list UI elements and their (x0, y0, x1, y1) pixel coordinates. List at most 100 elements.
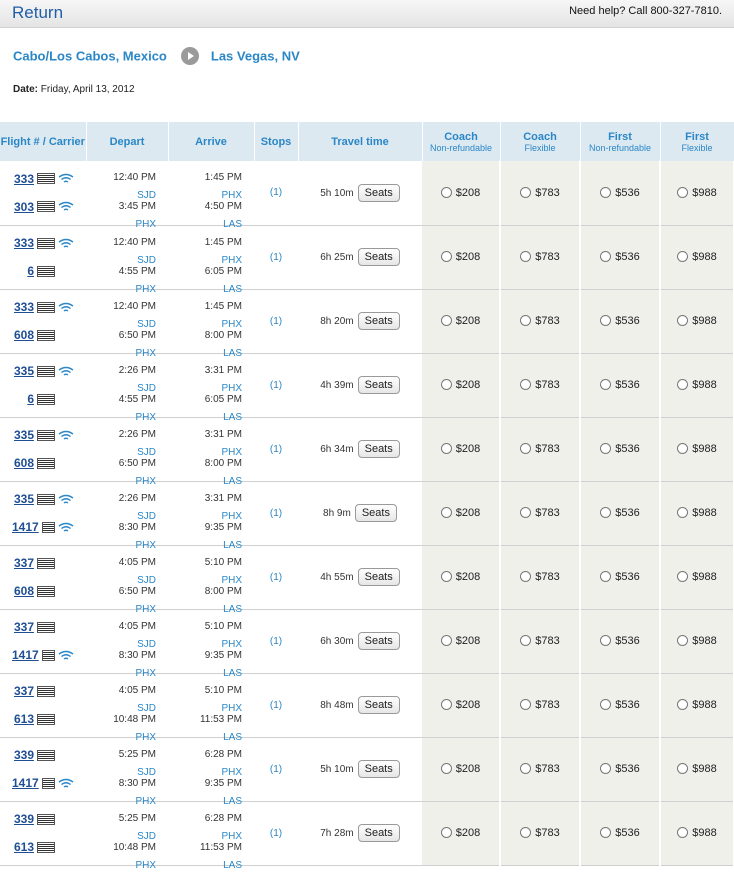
fare-radio[interactable] (520, 762, 532, 774)
fare-radio[interactable] (677, 634, 689, 646)
fare-cell[interactable]: $208 (422, 481, 501, 546)
flight-number-link[interactable]: 333 (14, 236, 34, 250)
fare-radio[interactable] (520, 506, 532, 518)
seats-button[interactable]: Seats (357, 248, 400, 266)
fare-cell[interactable]: $783 (500, 737, 581, 802)
fare-cell[interactable]: $536 (580, 481, 661, 546)
fare-radio[interactable] (600, 250, 612, 262)
fare-radio[interactable] (520, 186, 532, 198)
fare-radio[interactable] (520, 378, 532, 390)
flight-number-link[interactable]: 339 (14, 748, 34, 762)
fare-cell[interactable]: $536 (580, 353, 661, 418)
fare-cell[interactable]: $208 (422, 673, 501, 738)
fare-radio[interactable] (440, 698, 452, 710)
fare-cell[interactable]: $783 (500, 481, 581, 546)
fare-cell[interactable]: $783 (500, 609, 581, 674)
fare-cell[interactable]: $783 (500, 289, 581, 354)
flight-number-link[interactable]: 335 (14, 364, 34, 378)
seats-button[interactable]: Seats (357, 312, 400, 330)
fare-radio[interactable] (600, 826, 612, 838)
fare-radio[interactable] (600, 186, 612, 198)
fare-radio[interactable] (520, 698, 532, 710)
seats-button[interactable]: Seats (357, 760, 400, 778)
fare-cell[interactable]: $536 (580, 289, 661, 354)
fare-cell[interactable]: $536 (580, 801, 661, 866)
fare-cell[interactable]: $536 (580, 737, 661, 802)
flight-number-link[interactable]: 613 (14, 712, 34, 726)
fare-radio[interactable] (520, 826, 532, 838)
fare-radio[interactable] (440, 826, 452, 838)
fare-radio[interactable] (520, 442, 532, 454)
seats-button[interactable]: Seats (357, 696, 400, 714)
fare-cell[interactable]: $988 (660, 609, 734, 674)
fare-radio[interactable] (677, 442, 689, 454)
fare-radio[interactable] (440, 762, 452, 774)
fare-radio[interactable] (600, 314, 612, 326)
fare-cell[interactable]: $783 (500, 161, 581, 226)
fare-radio[interactable] (440, 634, 452, 646)
fare-cell[interactable]: $988 (660, 545, 734, 610)
fare-cell[interactable]: $988 (660, 481, 734, 546)
fare-cell[interactable]: $783 (500, 417, 581, 482)
flight-number-link[interactable]: 335 (14, 428, 34, 442)
fare-radio[interactable] (677, 250, 689, 262)
seats-button[interactable]: Seats (357, 376, 400, 394)
fare-radio[interactable] (520, 314, 532, 326)
fare-radio[interactable] (600, 506, 612, 518)
fare-cell[interactable]: $783 (500, 801, 581, 866)
flight-number-link[interactable]: 1417 (12, 648, 39, 662)
fare-cell[interactable]: $988 (660, 673, 734, 738)
fare-radio[interactable] (600, 570, 612, 582)
fare-radio[interactable] (677, 186, 689, 198)
seats-button[interactable]: Seats (357, 440, 400, 458)
fare-cell[interactable]: $783 (500, 545, 581, 610)
fare-radio[interactable] (520, 250, 532, 262)
fare-cell[interactable]: $536 (580, 545, 661, 610)
flight-number-link[interactable]: 6 (27, 264, 34, 278)
fare-cell[interactable]: $988 (660, 353, 734, 418)
fare-cell[interactable]: $208 (422, 353, 501, 418)
fare-cell[interactable]: $208 (422, 801, 501, 866)
fare-radio[interactable] (677, 698, 689, 710)
flight-number-link[interactable]: 303 (14, 200, 34, 214)
fare-cell[interactable]: $988 (660, 289, 734, 354)
flight-number-link[interactable]: 613 (14, 840, 34, 854)
fare-radio[interactable] (440, 250, 452, 262)
fare-radio[interactable] (440, 570, 452, 582)
flight-number-link[interactable]: 337 (14, 620, 34, 634)
flight-number-link[interactable]: 6 (27, 392, 34, 406)
flight-number-link[interactable]: 608 (14, 328, 34, 342)
fare-cell[interactable]: $988 (660, 225, 734, 290)
fare-radio[interactable] (600, 634, 612, 646)
fare-radio[interactable] (677, 570, 689, 582)
flight-number-link[interactable]: 333 (14, 172, 34, 186)
flight-number-link[interactable]: 1417 (12, 520, 39, 534)
fare-radio[interactable] (677, 762, 689, 774)
fare-cell[interactable]: $988 (660, 161, 734, 226)
fare-cell[interactable]: $208 (422, 609, 501, 674)
fare-radio[interactable] (520, 570, 532, 582)
fare-radio[interactable] (677, 378, 689, 390)
seats-button[interactable]: Seats (354, 504, 397, 522)
fare-cell[interactable]: $536 (580, 609, 661, 674)
fare-cell[interactable]: $988 (660, 801, 734, 866)
fare-cell[interactable]: $536 (580, 673, 661, 738)
flight-number-link[interactable]: 337 (14, 684, 34, 698)
fare-cell[interactable]: $988 (660, 737, 734, 802)
fare-cell[interactable]: $783 (500, 225, 581, 290)
fare-cell[interactable]: $536 (580, 161, 661, 226)
fare-radio[interactable] (677, 826, 689, 838)
fare-radio[interactable] (440, 314, 452, 326)
flight-number-link[interactable]: 339 (14, 812, 34, 826)
flight-number-link[interactable]: 333 (14, 300, 34, 314)
fare-radio[interactable] (600, 762, 612, 774)
seats-button[interactable]: Seats (357, 824, 400, 842)
fare-cell[interactable]: $208 (422, 737, 501, 802)
fare-radio[interactable] (677, 314, 689, 326)
fare-cell[interactable]: $536 (580, 225, 661, 290)
flight-number-link[interactable]: 337 (14, 556, 34, 570)
flight-number-link[interactable]: 1417 (12, 776, 39, 790)
fare-radio[interactable] (600, 698, 612, 710)
seats-button[interactable]: Seats (357, 183, 400, 202)
fare-radio[interactable] (440, 506, 452, 518)
